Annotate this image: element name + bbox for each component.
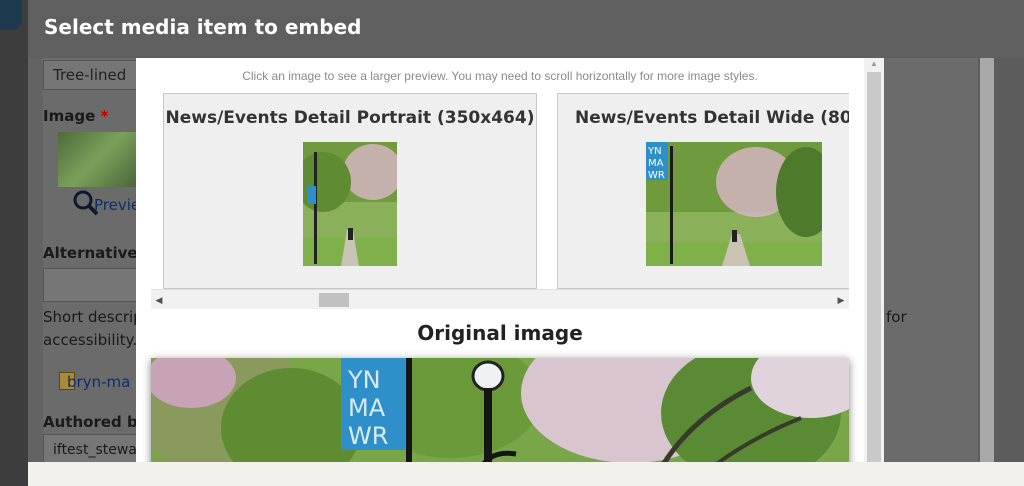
- svg-text:MA: MA: [648, 158, 664, 169]
- image-label: Image *: [43, 107, 109, 125]
- scroll-left-arrow-icon[interactable]: ◀: [151, 290, 167, 310]
- modal-vertical-scrollbar-thumb[interactable]: [980, 58, 994, 462]
- style-card-portrait[interactable]: News/Events Detail Portrait (350x464): [163, 93, 537, 289]
- style-preview-image[interactable]: YN MA WR: [646, 142, 822, 266]
- image-styles-strip: News/Events Detail Portrait (350x464) Ne…: [151, 93, 849, 289]
- alt-text-input[interactable]: [43, 268, 138, 302]
- horizontal-scrollbar-thumb[interactable]: [319, 293, 349, 307]
- image-style-preview-panel: Click an image to see a larger preview. …: [136, 58, 864, 462]
- short-description-text-end: for: [886, 308, 907, 326]
- horizontal-scrollbar[interactable]: ◀ ▶: [151, 289, 849, 309]
- svg-text:WR: WR: [648, 170, 665, 181]
- preview-link[interactable]: Previe: [94, 196, 140, 214]
- svg-text:YN: YN: [647, 146, 662, 157]
- authored-by-value: iftest_stewa: [53, 442, 137, 458]
- preview-vertical-scrollbar[interactable]: ▲: [864, 58, 884, 462]
- modal-title: Select media item to embed: [44, 15, 362, 39]
- modal-footer: [28, 462, 1024, 486]
- banner-text-line-1: YN: [347, 366, 381, 394]
- style-card-wide[interactable]: News/Events Detail Wide (800x YN MA WR: [557, 93, 849, 289]
- alt-text-label: Alternative t: [43, 244, 150, 262]
- title-field-value: Tree-lined: [53, 66, 127, 84]
- authored-by-label: Authored by: [43, 413, 148, 431]
- modal-vertical-scrollbar[interactable]: [978, 58, 996, 462]
- scroll-right-arrow-icon[interactable]: ▶: [833, 290, 849, 310]
- scroll-up-arrow-icon[interactable]: ▲: [864, 58, 884, 72]
- style-card-title: News/Events Detail Wide (800x: [575, 108, 849, 128]
- file-link[interactable]: bryn-ma: [67, 373, 130, 391]
- style-preview-image[interactable]: [303, 142, 397, 266]
- short-description-text: Short descrip: [43, 308, 143, 326]
- site-logo: [0, 0, 22, 30]
- original-image-title: Original image: [417, 321, 583, 345]
- original-image[interactable]: YN MA WR: [151, 358, 849, 462]
- style-card-title: News/Events Detail Portrait (350x464): [165, 108, 535, 128]
- banner-text-line-3: WR: [348, 422, 388, 450]
- banner-text-line-2: MA: [348, 394, 386, 422]
- page-background-left: [0, 0, 28, 486]
- accessibility-text: accessibility.: [43, 331, 138, 349]
- preview-vertical-scrollbar-thumb[interactable]: [867, 72, 881, 462]
- preview-hint: Click an image to see a larger preview. …: [242, 69, 758, 83]
